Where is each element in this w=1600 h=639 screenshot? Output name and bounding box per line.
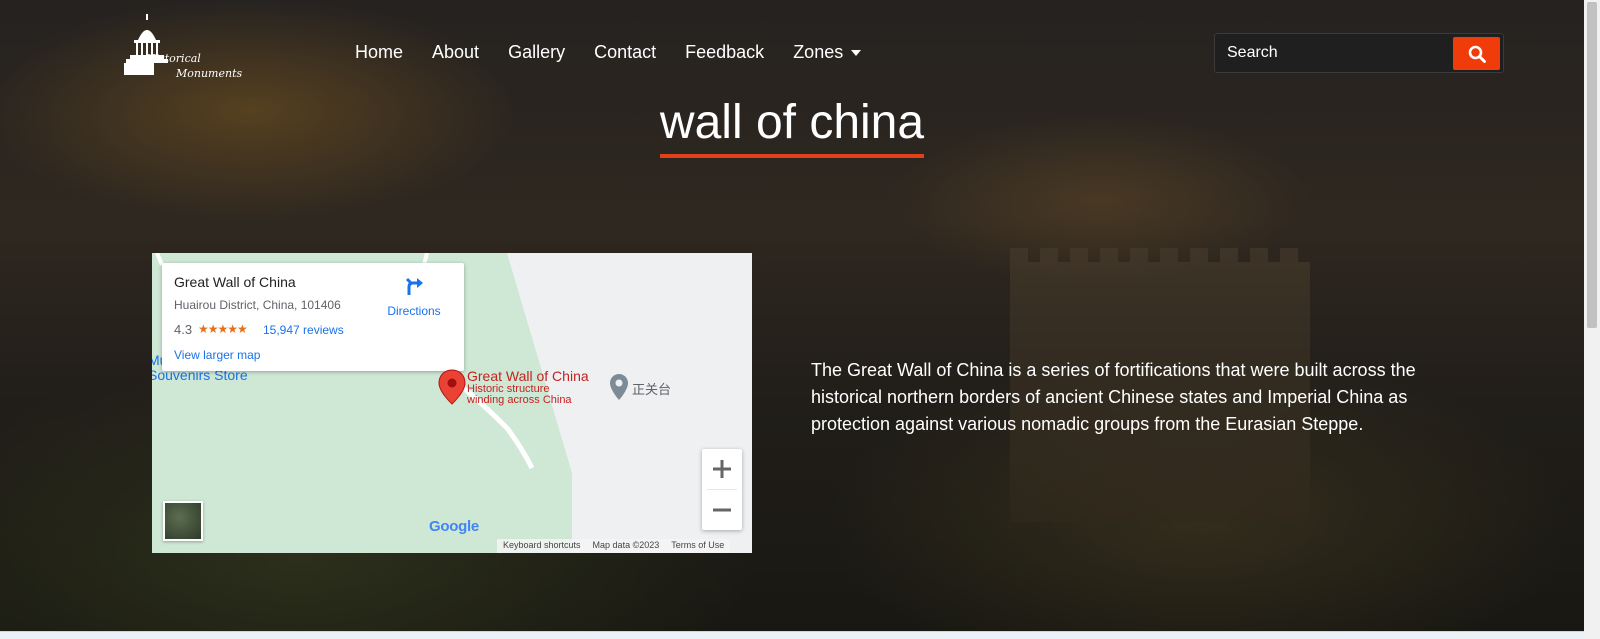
search-button[interactable] bbox=[1453, 37, 1500, 70]
capitol-dome-icon: Historical Monuments bbox=[124, 14, 243, 80]
nav-home[interactable]: Home bbox=[355, 42, 403, 63]
pin-sub2: winding across China bbox=[467, 394, 572, 406]
zoom-in-button[interactable] bbox=[702, 449, 742, 489]
search-icon bbox=[1468, 45, 1486, 63]
map-pin-icon[interactable] bbox=[438, 369, 466, 405]
satellite-toggle[interactable] bbox=[163, 501, 203, 541]
caret-down-icon bbox=[851, 50, 862, 57]
pin-label[interactable]: Great Wall of China Historic structure w… bbox=[467, 368, 589, 406]
pin-title: Great Wall of China bbox=[467, 368, 589, 384]
monument-description: The Great Wall of China is a series of f… bbox=[811, 360, 1416, 434]
plus-icon bbox=[713, 460, 731, 478]
page-scrollbar[interactable] bbox=[1584, 0, 1600, 639]
svg-text:Historical: Historical bbox=[145, 52, 201, 65]
place-name: Great Wall of China bbox=[174, 274, 296, 290]
zoom-controls bbox=[702, 449, 742, 530]
page-title-wrap: wall of china bbox=[0, 97, 1584, 159]
place-rating: 4.3 bbox=[174, 322, 193, 337]
nearby-place-label[interactable]: 正关台 bbox=[632, 379, 671, 398]
map-info-card: Great Wall of China Huairou District, Ch… bbox=[162, 263, 464, 371]
nav-contact[interactable]: Contact bbox=[594, 42, 656, 63]
nav-zones-dropdown[interactable]: Zones bbox=[793, 42, 862, 63]
view-larger-map-link[interactable]: View larger map bbox=[174, 348, 260, 362]
keyboard-shortcuts-link[interactable]: Keyboard shortcuts bbox=[503, 540, 581, 552]
terms-link[interactable]: Terms of Use bbox=[671, 540, 724, 552]
google-map-embed[interactable]: Mu Souvenirs Store Great Wall of China H… bbox=[152, 253, 752, 553]
page-title: wall of china bbox=[659, 97, 925, 159]
minus-icon bbox=[713, 508, 731, 512]
directions-icon bbox=[405, 277, 423, 295]
rating-stars-icon: ★★★★★ bbox=[198, 322, 248, 336]
nav-zones-label: Zones bbox=[793, 42, 844, 62]
place-marker-icon[interactable] bbox=[609, 373, 629, 401]
google-logo: Google bbox=[429, 518, 479, 535]
site-logo[interactable]: Historical Monuments bbox=[124, 12, 254, 82]
next-section-edge bbox=[0, 631, 1584, 639]
search-input[interactable] bbox=[1215, 34, 1455, 72]
directions-label: Directions bbox=[387, 304, 441, 318]
reviews-link[interactable]: 15,947 reviews bbox=[263, 323, 344, 337]
map-data-label: Map data ©2023 bbox=[592, 540, 660, 550]
search-form bbox=[1214, 33, 1504, 73]
nav-feedback[interactable]: Feedback bbox=[685, 42, 764, 63]
svg-text:Monuments: Monuments bbox=[175, 67, 243, 80]
main-nav: Home About Gallery Contact Feedback Zone… bbox=[355, 42, 890, 63]
place-address: Huairou District, China, 101406 bbox=[174, 298, 341, 312]
nav-about[interactable]: About bbox=[432, 42, 479, 63]
nav-gallery[interactable]: Gallery bbox=[508, 42, 565, 63]
scrollbar-thumb[interactable] bbox=[1587, 2, 1597, 328]
directions-button[interactable]: Directions bbox=[386, 275, 442, 318]
zoom-out-button[interactable] bbox=[702, 490, 742, 530]
map-attribution: Keyboard shortcuts Map data ©2023 Terms … bbox=[497, 539, 731, 553]
